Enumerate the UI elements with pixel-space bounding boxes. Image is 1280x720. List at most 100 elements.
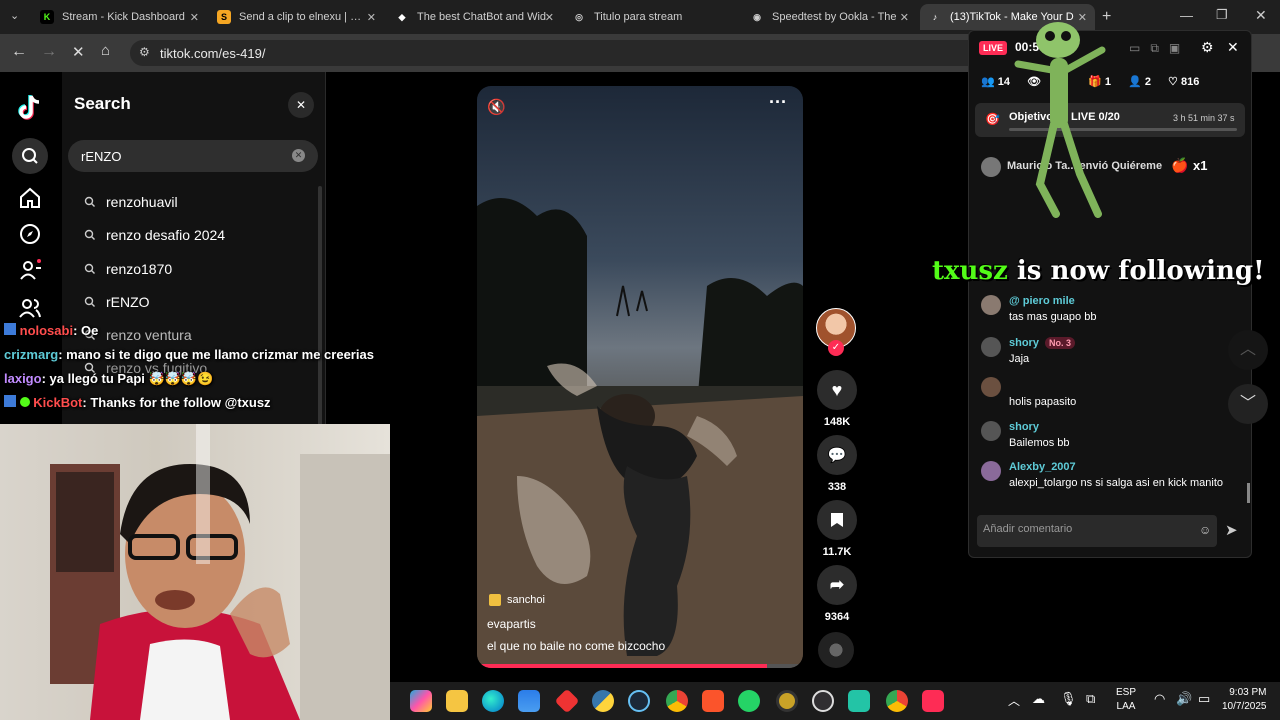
chrome-icon[interactable] [666, 690, 688, 712]
video-player[interactable]: 🔇 ··· sanchoi evapartis el que no baile … [477, 86, 803, 668]
search-panel-scrollbar[interactable] [318, 186, 322, 432]
previous-video-button[interactable]: ︿ [1228, 330, 1268, 370]
copilot-icon[interactable] [410, 690, 432, 712]
mute-icon[interactable]: 🔇 [487, 98, 506, 116]
chrome-alt-icon[interactable] [886, 690, 908, 712]
close-tab-icon[interactable]: ✕ [190, 11, 199, 24]
volume-icon[interactable]: 🔊 [1176, 691, 1192, 707]
chat-username: laxigo [4, 371, 42, 386]
more-options-icon[interactable]: ··· [769, 92, 787, 113]
comment-input[interactable]: Añadir comentario ☺ [977, 515, 1217, 547]
language-indicator[interactable]: ESP LAA [1116, 686, 1136, 714]
close-tab-icon[interactable]: ✕ [900, 11, 909, 24]
maximize-button[interactable]: ❐ [1216, 7, 1228, 23]
tab-send-clip[interactable]: S Send a clip to elnexu | Don ✕ [209, 4, 384, 30]
close-tab-icon[interactable]: ✕ [367, 11, 376, 24]
site-info-icon[interactable]: ⚙ [139, 45, 150, 59]
search-input[interactable]: rENZO ✕ [68, 140, 318, 172]
video-progress-track[interactable] [477, 664, 803, 668]
close-search-button[interactable]: ✕ [288, 92, 314, 118]
search-suggestion[interactable]: renzohuavil [84, 194, 178, 210]
tiktok-logo-icon[interactable] [17, 94, 43, 122]
explore-nav-icon[interactable] [18, 222, 42, 246]
comment-author[interactable]: @ piero mile [1009, 295, 1075, 307]
obs-icon[interactable] [812, 690, 834, 712]
live-comment-scrollbar[interactable] [1247, 483, 1250, 503]
video-author[interactable]: evapartis [487, 617, 536, 631]
tab-kick-dashboard[interactable]: K Stream - Kick Dashboard ✕ [32, 4, 207, 30]
settings-icon[interactable]: ⚙ [1201, 39, 1214, 56]
home-icon[interactable]: ⌂ [101, 42, 110, 59]
next-video-button[interactable]: ﹀ [1228, 384, 1268, 424]
back-icon[interactable]: ← [11, 43, 27, 61]
tab-title: The best ChatBot and Wid [417, 11, 547, 23]
minimize-button[interactable]: — [1180, 8, 1193, 23]
app-gold-icon[interactable] [776, 690, 798, 712]
suggestion-label: renzo1870 [106, 261, 173, 277]
tiktok-tab-icon: ♪ [932, 12, 938, 22]
tab-speedtest[interactable]: ◉ Speedtest by Ookla - The ✕ [742, 4, 917, 30]
search-suggestion[interactable]: rENZO [84, 294, 150, 310]
save-action[interactable]: 11.7K [816, 500, 858, 558]
url-field[interactable]: ⚙ tiktok.com/es-419/ [130, 40, 1010, 66]
clock[interactable]: 9:03 PM 10/7/2025 [1222, 686, 1267, 714]
stop-loading-icon[interactable]: ✕ [72, 43, 85, 61]
close-live-panel-icon[interactable]: ✕ [1227, 39, 1239, 56]
heart-icon: ♡ [1168, 76, 1178, 88]
comment-author[interactable]: shory [1009, 421, 1039, 433]
emoji-icon[interactable]: ☺ [1199, 523, 1211, 537]
store-icon[interactable] [518, 690, 540, 712]
tab-chatbot[interactable]: ◆ The best ChatBot and Wid ✕ [387, 4, 562, 30]
home-nav-icon[interactable] [18, 186, 42, 210]
brave-icon[interactable] [702, 690, 724, 712]
like-action[interactable]: ♥ 148K [816, 370, 858, 428]
tab-titulo-stream[interactable]: ◎ Titulo para stream [564, 4, 739, 30]
comment-icon[interactable]: 💬 [817, 435, 857, 475]
close-window-button[interactable]: ✕ [1255, 7, 1267, 24]
steam-icon[interactable] [628, 690, 650, 712]
search-suggestion[interactable]: renzo1870 [84, 261, 172, 277]
language-code: ESP [1116, 687, 1137, 698]
send-icon[interactable]: ➤ [1225, 521, 1238, 539]
file-explorer-icon[interactable] [446, 690, 468, 712]
sound-row[interactable]: sanchoi [489, 594, 545, 606]
live-comment: holis papasito [981, 377, 1241, 411]
comment-text: holis papasito [1009, 396, 1077, 408]
clear-search-icon[interactable]: ✕ [292, 149, 305, 162]
follow-plus-icon[interactable]: ✓ [828, 340, 844, 356]
verified-icon [19, 397, 30, 407]
suggestion-label: renzohuavil [106, 194, 178, 210]
python-icon[interactable] [592, 690, 614, 712]
onedrive-icon[interactable]: ☁ [1032, 691, 1045, 707]
video-progress-fill [477, 664, 768, 668]
forward-icon[interactable]: → [41, 43, 57, 61]
chat-username: nolosabi [19, 323, 74, 338]
bookmark-icon[interactable] [817, 500, 857, 540]
search-suggestion[interactable]: renzo ventura [84, 327, 192, 343]
edge-icon[interactable] [482, 690, 504, 712]
tab-search-icon[interactable]: ⌄ [10, 9, 26, 25]
stream-chat-line: KickBot: Thanks for the follow @txusz [4, 395, 271, 410]
microphone-icon[interactable]: 🎙 [1060, 691, 1077, 707]
friends-nav-icon[interactable] [18, 296, 42, 320]
tray-app-icon[interactable]: ⧉ [1086, 691, 1095, 707]
comment-author[interactable]: shory [1009, 337, 1039, 349]
search-suggestion[interactable]: renzo desafio 2024 [84, 227, 225, 243]
comment-author[interactable]: Alexby_2007 [1009, 461, 1076, 473]
following-nav-icon[interactable] [18, 258, 42, 282]
app-red-icon[interactable] [554, 688, 580, 714]
tiktok-taskbar-icon[interactable] [922, 690, 944, 712]
comment-action[interactable]: 💬 338 [816, 435, 858, 493]
search-nav-button[interactable] [12, 138, 48, 174]
share-icon[interactable]: ➦ [817, 565, 857, 605]
close-tab-icon[interactable]: ✕ [545, 11, 554, 24]
tray-chevron-icon[interactable]: ︿ [1008, 692, 1020, 709]
share-action[interactable]: ➦ 9364 [816, 565, 858, 623]
webcam-overlay [0, 424, 390, 720]
whatsapp-icon[interactable] [738, 690, 760, 712]
wifi-icon[interactable]: ◠ [1154, 691, 1165, 707]
battery-icon[interactable]: ▭ [1198, 691, 1210, 707]
discord-icon[interactable] [848, 690, 870, 712]
sound-disc-icon[interactable] [818, 632, 854, 668]
heart-icon[interactable]: ♥ [817, 370, 857, 410]
